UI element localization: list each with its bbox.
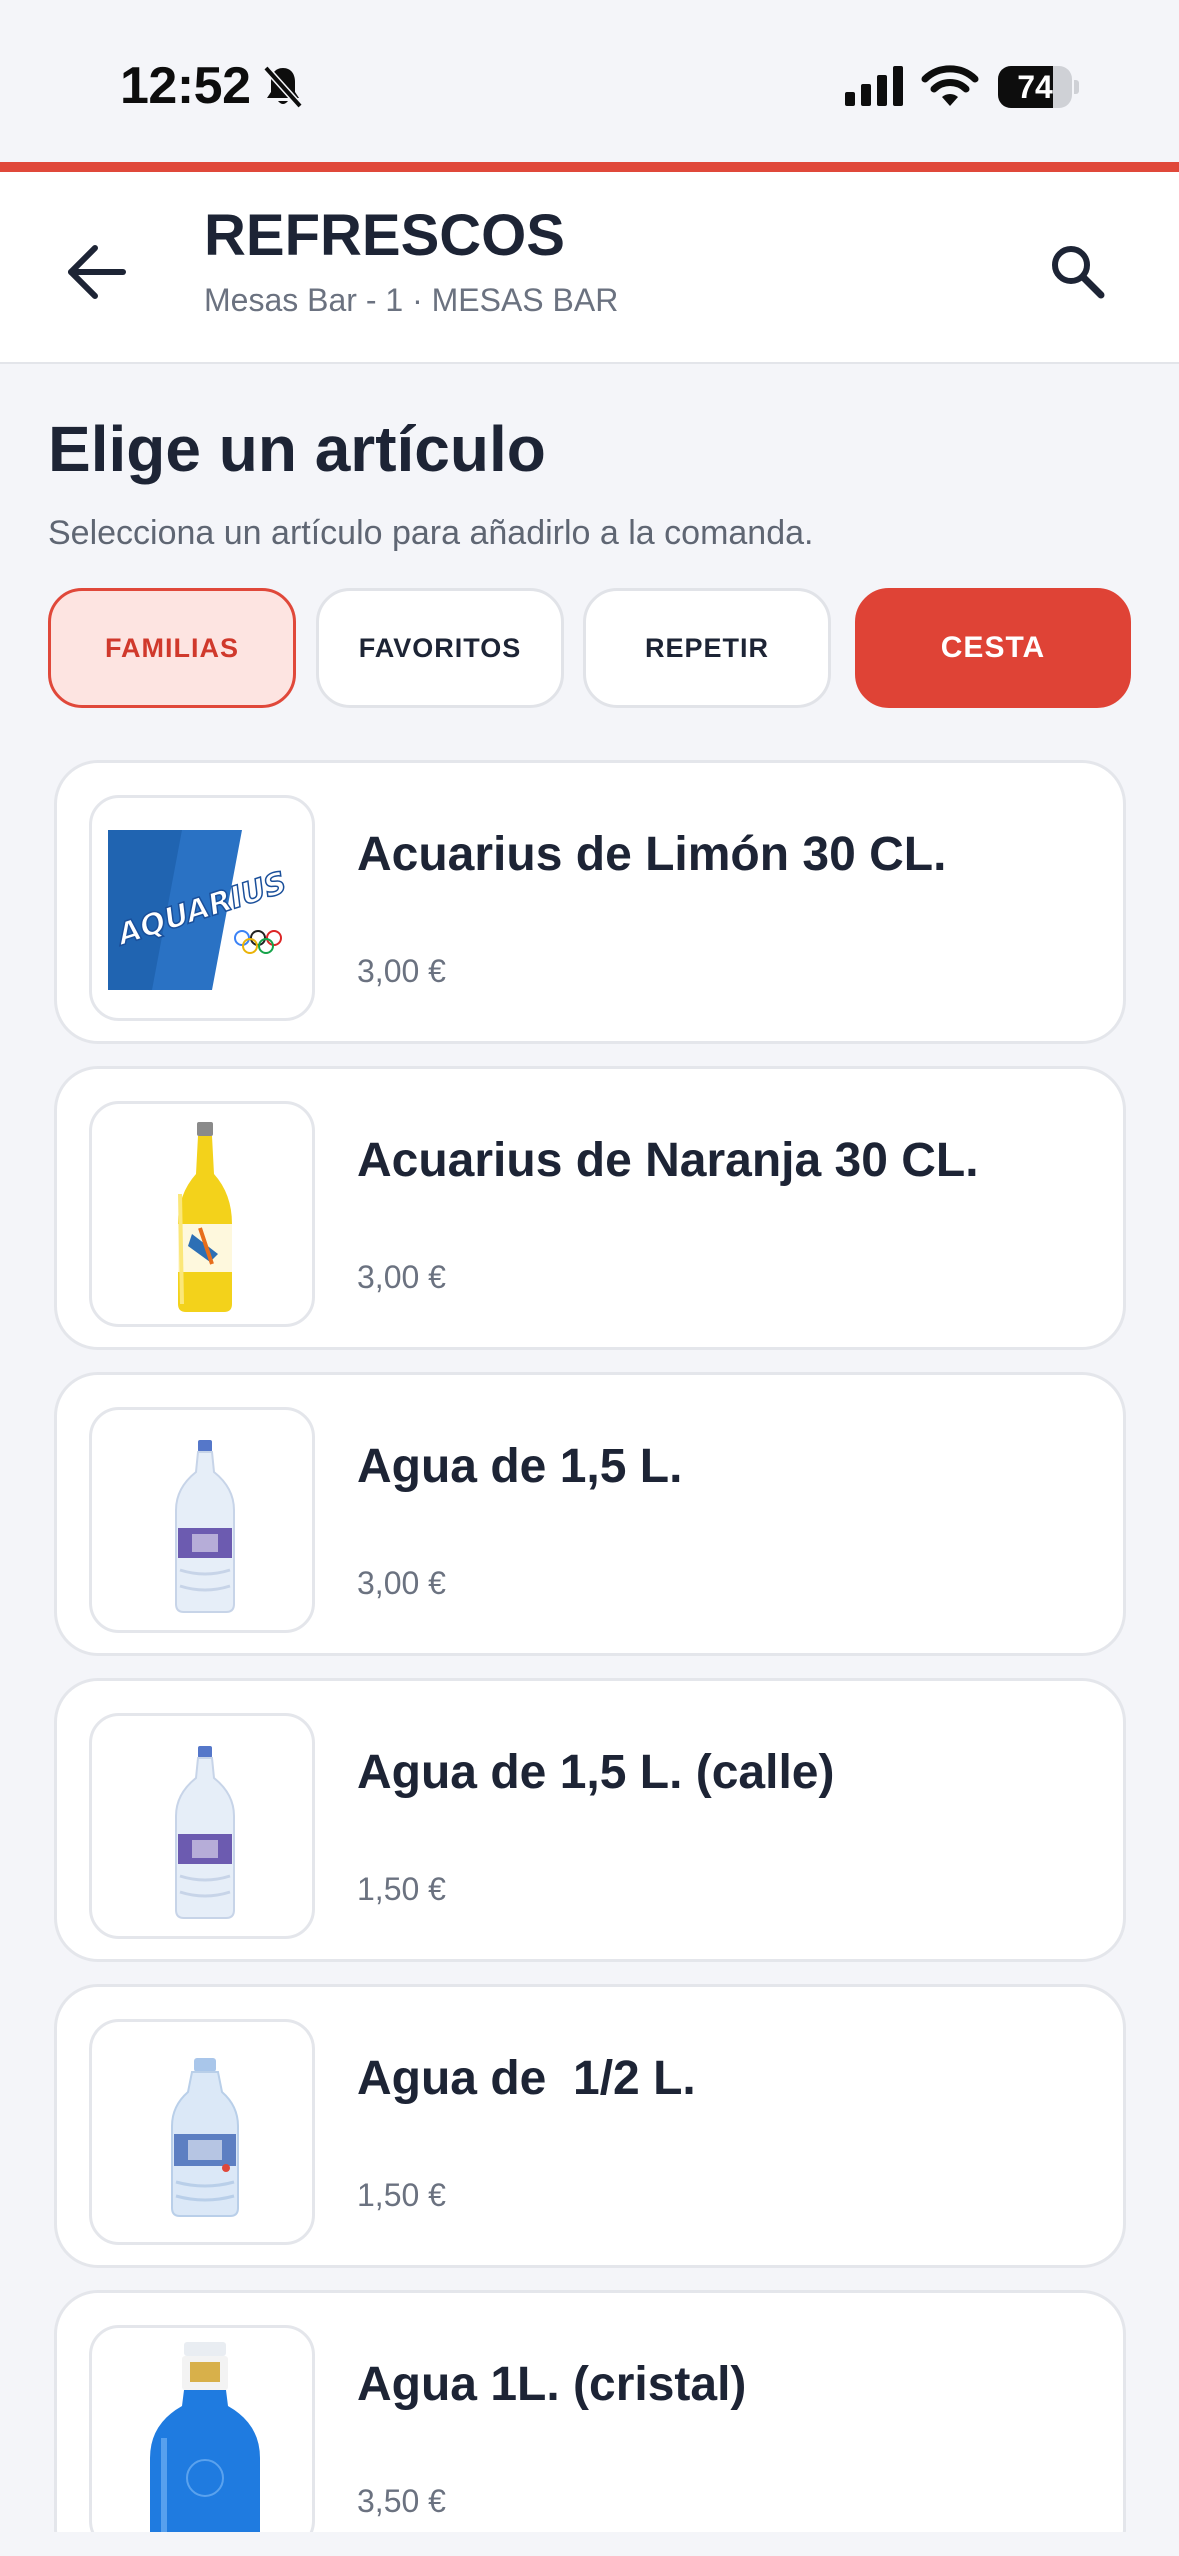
small-water-bottle-image bbox=[171, 2058, 239, 2217]
arrow-left-icon bbox=[68, 245, 126, 299]
product-card[interactable]: Agua de 1,5 L. 3,00 € bbox=[54, 1372, 1126, 1656]
water-bottle-image bbox=[175, 1440, 235, 1613]
product-thumbnail bbox=[89, 1407, 315, 1633]
product-card[interactable]: Agua de 1,5 L. (calle) 1,50 € bbox=[54, 1678, 1126, 1962]
water-bottle-image bbox=[175, 1746, 235, 1919]
status-time: 12:52 bbox=[120, 57, 251, 115]
product-card[interactable]: Agua 1L. (cristal) 3,50 € bbox=[54, 2290, 1126, 2556]
product-card[interactable]: AQUARIUS Acuarius de Limón 30 CL. 3,00 € bbox=[54, 760, 1126, 1044]
page-title: REFRESCOS bbox=[204, 203, 565, 268]
tab-favoritos[interactable]: FAVORITOS bbox=[316, 588, 564, 708]
blue-glass-bottle-image bbox=[150, 2342, 260, 2548]
product-thumbnail bbox=[89, 2325, 315, 2551]
product-name: Agua de 1,5 L. bbox=[357, 1440, 683, 1493]
bell-muted-icon bbox=[258, 62, 308, 112]
product-name: Agua de 1,5 L. (calle) bbox=[357, 1746, 835, 1799]
status-bar: 12:52 74 bbox=[0, 0, 1179, 162]
orange-bottle-image bbox=[178, 1122, 232, 1312]
tab-familias[interactable]: FAMILIAS bbox=[48, 588, 296, 708]
battery-indicator: 74 bbox=[998, 66, 1079, 108]
product-thumbnail: AQUARIUS bbox=[89, 795, 315, 1021]
product-name: Agua 1L. (cristal) bbox=[357, 2358, 747, 2411]
search-button[interactable] bbox=[1032, 226, 1122, 316]
aquarius-logo-image: AQUARIUS bbox=[108, 830, 302, 990]
product-price: 1,50 € bbox=[357, 1871, 446, 1907]
product-name: Acuarius de Naranja 30 CL. bbox=[357, 1134, 979, 1187]
product-card[interactable]: Acuarius de Naranja 30 CL. 3,00 € bbox=[54, 1066, 1126, 1350]
back-button[interactable] bbox=[54, 230, 138, 314]
product-price: 3,00 € bbox=[357, 953, 446, 989]
section-title: Elige un artículo bbox=[48, 413, 546, 485]
product-price: 1,50 € bbox=[357, 2177, 446, 2213]
product-price: 3,00 € bbox=[357, 1565, 446, 1601]
cellular-signal-icon bbox=[843, 64, 905, 108]
wifi-icon bbox=[920, 62, 980, 108]
product-thumbnail bbox=[89, 1101, 315, 1327]
product-thumbnail bbox=[89, 2019, 315, 2245]
accent-line bbox=[0, 162, 1179, 172]
product-thumbnail bbox=[89, 1713, 315, 1939]
tab-cesta[interactable]: CESTA bbox=[855, 588, 1131, 708]
product-card[interactable]: Agua de 1/2 L. 1,50 € bbox=[54, 1984, 1126, 2268]
product-name: Agua de 1/2 L. bbox=[357, 2052, 696, 2105]
product-price: 3,00 € bbox=[357, 1259, 446, 1295]
tab-repetir[interactable]: REPETIR bbox=[583, 588, 831, 708]
app-header: REFRESCOS Mesas Bar - 1 · MESAS BAR bbox=[0, 172, 1179, 364]
bottom-safe-area bbox=[0, 2532, 1179, 2556]
battery-level-label: 74 bbox=[1017, 69, 1053, 105]
section-subtitle: Selecciona un artículo para añadirlo a l… bbox=[48, 514, 814, 552]
product-price: 3,50 € bbox=[357, 2483, 446, 2519]
product-name: Acuarius de Limón 30 CL. bbox=[357, 828, 947, 881]
page-subtitle: Mesas Bar - 1 · MESAS BAR bbox=[204, 282, 619, 318]
search-icon bbox=[1052, 246, 1105, 299]
